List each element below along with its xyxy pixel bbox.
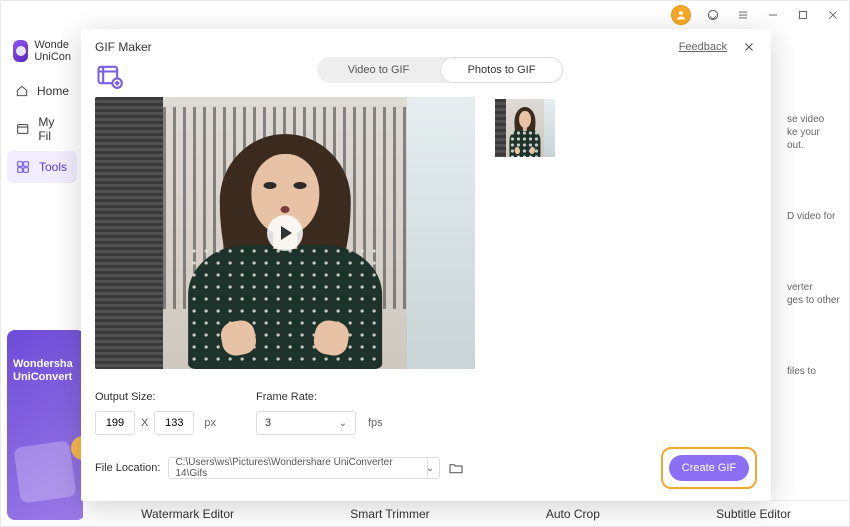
create-gif-button[interactable]: Create GIF — [669, 455, 749, 481]
create-gif-highlight: Create GIF — [661, 447, 757, 489]
height-input[interactable] — [154, 411, 194, 435]
feedback-link[interactable]: Feedback — [679, 41, 727, 53]
output-size-group: Output Size: X px — [95, 391, 216, 435]
size-unit: px — [204, 417, 216, 429]
maximize-button[interactable] — [795, 7, 811, 23]
width-input[interactable] — [95, 411, 135, 435]
chevron-down-icon: ⌄ — [339, 418, 347, 429]
tool-auto-crop[interactable]: Auto Crop — [546, 507, 600, 521]
promo-card[interactable]: WondershaUniConvert — [7, 330, 85, 520]
window-titlebar — [1, 1, 849, 29]
sidebar-item-label: Tools — [39, 160, 67, 174]
app-brand: WondeUniCon — [7, 35, 77, 75]
promo-text: WondershaUniConvert — [13, 358, 81, 384]
app-logo-icon — [13, 40, 28, 62]
output-size-label: Output Size: — [95, 391, 216, 403]
tab-photos-to-gif[interactable]: Photos to GIF — [440, 57, 563, 83]
file-location-dropdown[interactable]: ⌄ — [420, 457, 440, 479]
sidebar: WondeUniCon Home My Fil Tools WondershaU… — [1, 29, 83, 526]
tools-icon — [15, 159, 31, 175]
frame-rate-unit: fps — [368, 417, 383, 429]
modal-title: GIF Maker — [95, 40, 152, 54]
size-separator: X — [141, 417, 148, 429]
frame-rate-value: 3 — [265, 417, 271, 429]
minimize-button[interactable] — [765, 7, 781, 23]
sidebar-item-home[interactable]: Home — [7, 75, 77, 107]
frame-rate-label: Frame Rate: — [256, 391, 383, 403]
support-icon[interactable] — [705, 7, 721, 23]
frame-rate-group: Frame Rate: 3 ⌄ fps — [256, 391, 383, 435]
app-name: WondeUniCon — [34, 39, 71, 63]
tool-subtitle-editor[interactable]: Subtitle Editor — [716, 507, 791, 521]
sidebar-item-label: Home — [37, 84, 69, 98]
open-folder-button[interactable] — [448, 460, 464, 476]
files-icon — [15, 121, 30, 137]
preview-pane — [95, 97, 475, 369]
tool-watermark[interactable]: Watermark Editor — [141, 507, 234, 521]
thumbnail-list — [495, 97, 757, 369]
sidebar-item-tools[interactable]: Tools — [7, 151, 77, 183]
add-media-button[interactable] — [95, 61, 123, 89]
close-button[interactable] — [825, 7, 841, 23]
background-hint-text: se video ke your out. D video for verter… — [787, 113, 841, 378]
modal-close-button[interactable] — [741, 39, 757, 55]
play-button[interactable] — [267, 215, 303, 251]
tool-smart-trimmer[interactable]: Smart Trimmer — [350, 507, 429, 521]
sidebar-item-label: My Fil — [38, 115, 69, 143]
thumbnail-item[interactable] — [495, 99, 555, 157]
menu-icon[interactable] — [735, 7, 751, 23]
mode-tab-switch: Video to GIF Photos to GIF — [317, 57, 563, 83]
file-location-label: File Location: — [95, 462, 160, 474]
gif-maker-modal: GIF Maker Feedback Video to GIF Photos t… — [81, 29, 771, 501]
tab-video-to-gif[interactable]: Video to GIF — [317, 57, 440, 83]
file-location-input[interactable]: C:\Users\ws\Pictures\Wondershare UniConv… — [168, 457, 428, 479]
frame-rate-select[interactable]: 3 ⌄ — [256, 411, 356, 435]
account-avatar[interactable] — [671, 5, 691, 25]
play-icon — [281, 226, 292, 240]
bottom-tools-row: Watermark Editor Smart Trimmer Auto Crop… — [83, 500, 849, 526]
sidebar-item-files[interactable]: My Fil — [7, 107, 77, 151]
home-icon — [15, 83, 29, 99]
